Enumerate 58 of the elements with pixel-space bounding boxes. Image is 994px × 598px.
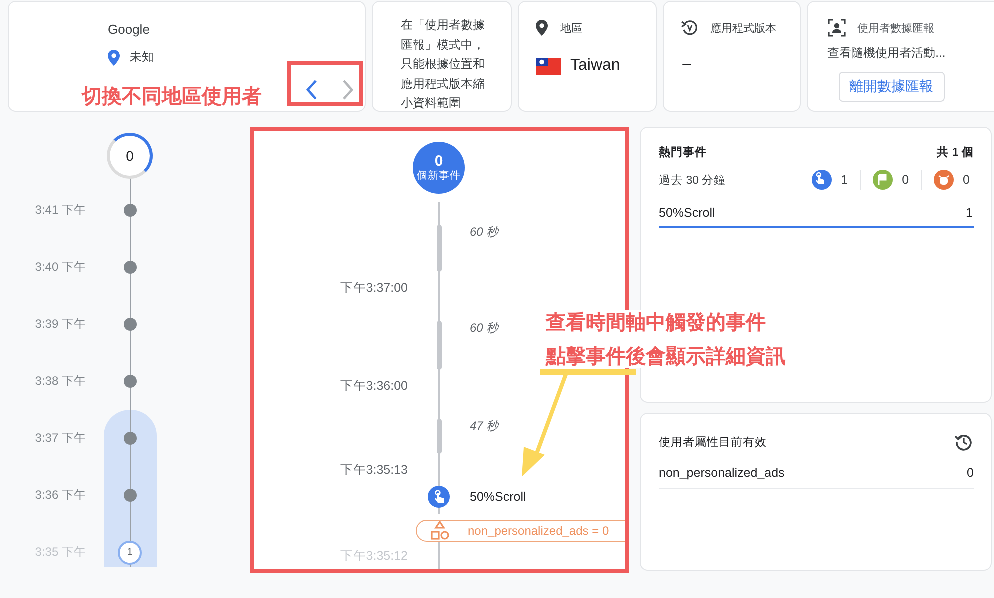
total-count: 共 1 個 <box>937 145 974 160</box>
location-pin-icon <box>108 50 120 66</box>
gap-bar <box>436 321 442 370</box>
app-version-label: 應用程式版本 <box>710 22 777 36</box>
report-label: 使用者數據匯報 <box>858 22 935 36</box>
flag-icon <box>536 58 562 74</box>
location-text: 未知 <box>130 49 154 66</box>
touch-event-icon[interactable] <box>428 486 450 508</box>
minute-label: 3:40 下午 <box>34 259 86 276</box>
annotation-text: 切換不同地區使用者 <box>82 85 262 110</box>
gap-duration: 47 秒 <box>470 418 499 435</box>
minute-dot[interactable] <box>124 489 136 502</box>
annotation-text: 點擊事件後會顯示詳細資訊 <box>546 346 786 368</box>
annotation-text: 查看時間軸中觸發的事件 <box>546 312 767 334</box>
event-type-count: 0 <box>963 173 970 187</box>
minute-label: 3:39 下午 <box>34 316 86 333</box>
history-icon[interactable] <box>954 432 974 452</box>
minute-dot[interactable] <box>124 375 136 388</box>
event-count-ring: 0 <box>107 133 153 179</box>
user-frame-icon <box>828 19 846 37</box>
event-timestamp: 下午3:35:13 <box>339 462 408 478</box>
minute-label: 3:35 下午 <box>34 544 86 561</box>
property-value: 0 <box>967 466 974 480</box>
gap-duration: 60 秒 <box>470 320 499 337</box>
shapes-icon <box>430 521 450 541</box>
event-name[interactable]: 50%Scroll <box>470 490 629 504</box>
event-type-count: 0 <box>902 173 910 187</box>
report-description: 查看隨機使用者活動... <box>828 45 947 62</box>
minute-dot[interactable] <box>124 432 136 445</box>
event-row[interactable]: 50%Scroll 1 <box>659 206 974 228</box>
minute-dot[interactable] <box>124 318 136 331</box>
event-timestamp: 下午3:36:00 <box>339 378 408 394</box>
event-type-count: 1 <box>841 173 848 187</box>
minute-dot[interactable] <box>124 261 136 274</box>
filter-note: 在「使用者數據匯報」模式中，只能根據位置和應用程式版本縮小資料範圍 <box>400 17 486 112</box>
minute-label: 3:37 下午 <box>34 430 86 447</box>
region-label: 地區 <box>560 22 582 36</box>
app-version-value: – <box>682 56 692 74</box>
account-name: Google <box>108 22 151 37</box>
minute-label: 3:38 下午 <box>34 373 86 390</box>
exit-report-button[interactable]: 離開數據匯報 <box>838 72 945 102</box>
property-name: non_personalized_ads <box>659 466 785 480</box>
version-history-icon <box>680 19 699 37</box>
gap-bar <box>436 419 442 454</box>
panel-title: 熱門事件 <box>659 145 707 160</box>
event-timestamp: 下午3:37:00 <box>339 280 408 296</box>
new-events-button[interactable]: 0 個新事件 <box>413 142 465 194</box>
event-timestamp: 下午3:35:12 <box>339 548 408 564</box>
location-pin-icon <box>536 20 548 36</box>
minute-label: 3:36 下午 <box>34 487 86 504</box>
minute-count[interactable]: 1 <box>118 540 142 564</box>
gap-duration: 60 秒 <box>470 224 499 241</box>
time-range-label: 過去 30 分鐘 <box>659 174 726 188</box>
minute-label: 3:41 下午 <box>34 202 86 219</box>
gap-bar <box>436 225 442 272</box>
region-value: Taiwan <box>570 57 620 75</box>
minute-dot[interactable] <box>124 204 136 217</box>
panel-title: 使用者屬性目前有效 <box>659 436 767 450</box>
